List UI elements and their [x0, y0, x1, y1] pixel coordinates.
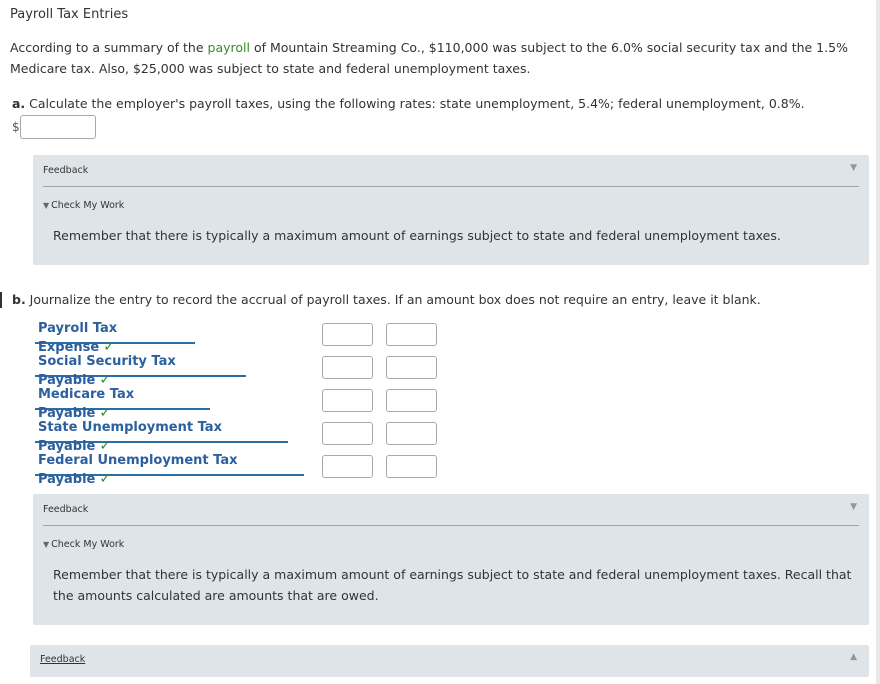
- account-name: Federal Unemployment Tax Payable: [38, 453, 238, 487]
- feedback-panel-a: Feedback ▼ ▼ Check My Work Remember that …: [33, 155, 869, 265]
- credit-input[interactable]: [386, 389, 437, 412]
- question-a-label: a.: [12, 96, 26, 111]
- credit-input[interactable]: [386, 422, 437, 445]
- feedback-divider: [43, 525, 859, 526]
- journal-row-account[interactable]: Payroll Tax Expense ✓: [35, 320, 195, 355]
- feedback-header[interactable]: Feedback: [43, 504, 88, 515]
- checkmark-icon: ✓: [99, 471, 112, 487]
- collapse-triangle-icon[interactable]: ▼: [850, 163, 857, 173]
- triangle-down-icon: ▼: [43, 540, 50, 549]
- feedback-message: Remember that there is typically a maxim…: [53, 567, 852, 603]
- feedback-divider: [43, 186, 859, 187]
- journal-row-account[interactable]: State Unemployment Tax Payable ✓: [35, 419, 288, 454]
- account-name: State Unemployment Tax Payable: [38, 420, 222, 454]
- debit-input[interactable]: [322, 389, 373, 412]
- question-b-text: Journalize the entry to record the accru…: [25, 292, 761, 307]
- debit-input[interactable]: [322, 422, 373, 445]
- problem-intro: According to a summary of the payroll of…: [10, 37, 860, 79]
- credit-input[interactable]: [386, 323, 437, 346]
- feedback-header[interactable]: Feedback: [40, 654, 85, 665]
- question-a: a. Calculate the employer's payroll taxe…: [12, 96, 805, 111]
- scrollbar[interactable]: [876, 0, 880, 684]
- credit-input[interactable]: [386, 455, 437, 478]
- question-a-text: Calculate the employer's payroll taxes, …: [25, 96, 805, 111]
- question-b: b. Journalize the entry to record the ac…: [12, 292, 761, 307]
- journal-row-account[interactable]: Federal Unemployment Tax Payable ✓: [35, 452, 304, 487]
- active-question-marker: [0, 292, 2, 308]
- page-title: Payroll Tax Entries: [10, 7, 129, 22]
- account-name: Medicare Tax Payable: [38, 387, 135, 421]
- debit-input[interactable]: [322, 455, 373, 478]
- feedback-message: Remember that there is typically a maxim…: [53, 228, 781, 243]
- triangle-down-icon: ▼: [43, 201, 50, 210]
- question-b-label: b.: [12, 292, 26, 307]
- currency-symbol: $: [12, 120, 20, 134]
- check-my-work-toggle[interactable]: ▼ Check My Work: [43, 539, 124, 550]
- collapse-triangle-icon[interactable]: ▼: [850, 502, 857, 512]
- employer-payroll-taxes-input[interactable]: [20, 115, 96, 139]
- payroll-link[interactable]: payroll: [208, 40, 250, 55]
- check-my-work-label: Check My Work: [51, 539, 125, 550]
- feedback-panel-c[interactable]: Feedback ▲: [30, 645, 869, 677]
- expand-triangle-icon[interactable]: ▲: [850, 652, 857, 662]
- debit-input[interactable]: [322, 356, 373, 379]
- feedback-panel-b: Feedback ▼ ▼ Check My Work Remember that …: [33, 494, 869, 625]
- journal-row-account[interactable]: Social Security Tax Payable ✓: [35, 353, 246, 388]
- journal-row-account[interactable]: Medicare Tax Payable ✓: [35, 386, 210, 421]
- check-my-work-toggle[interactable]: ▼ Check My Work: [43, 200, 124, 211]
- feedback-header[interactable]: Feedback: [43, 165, 88, 176]
- check-my-work-label: Check My Work: [51, 200, 125, 211]
- credit-input[interactable]: [386, 356, 437, 379]
- intro-text-1: According to a summary of the: [10, 40, 208, 55]
- debit-input[interactable]: [322, 323, 373, 346]
